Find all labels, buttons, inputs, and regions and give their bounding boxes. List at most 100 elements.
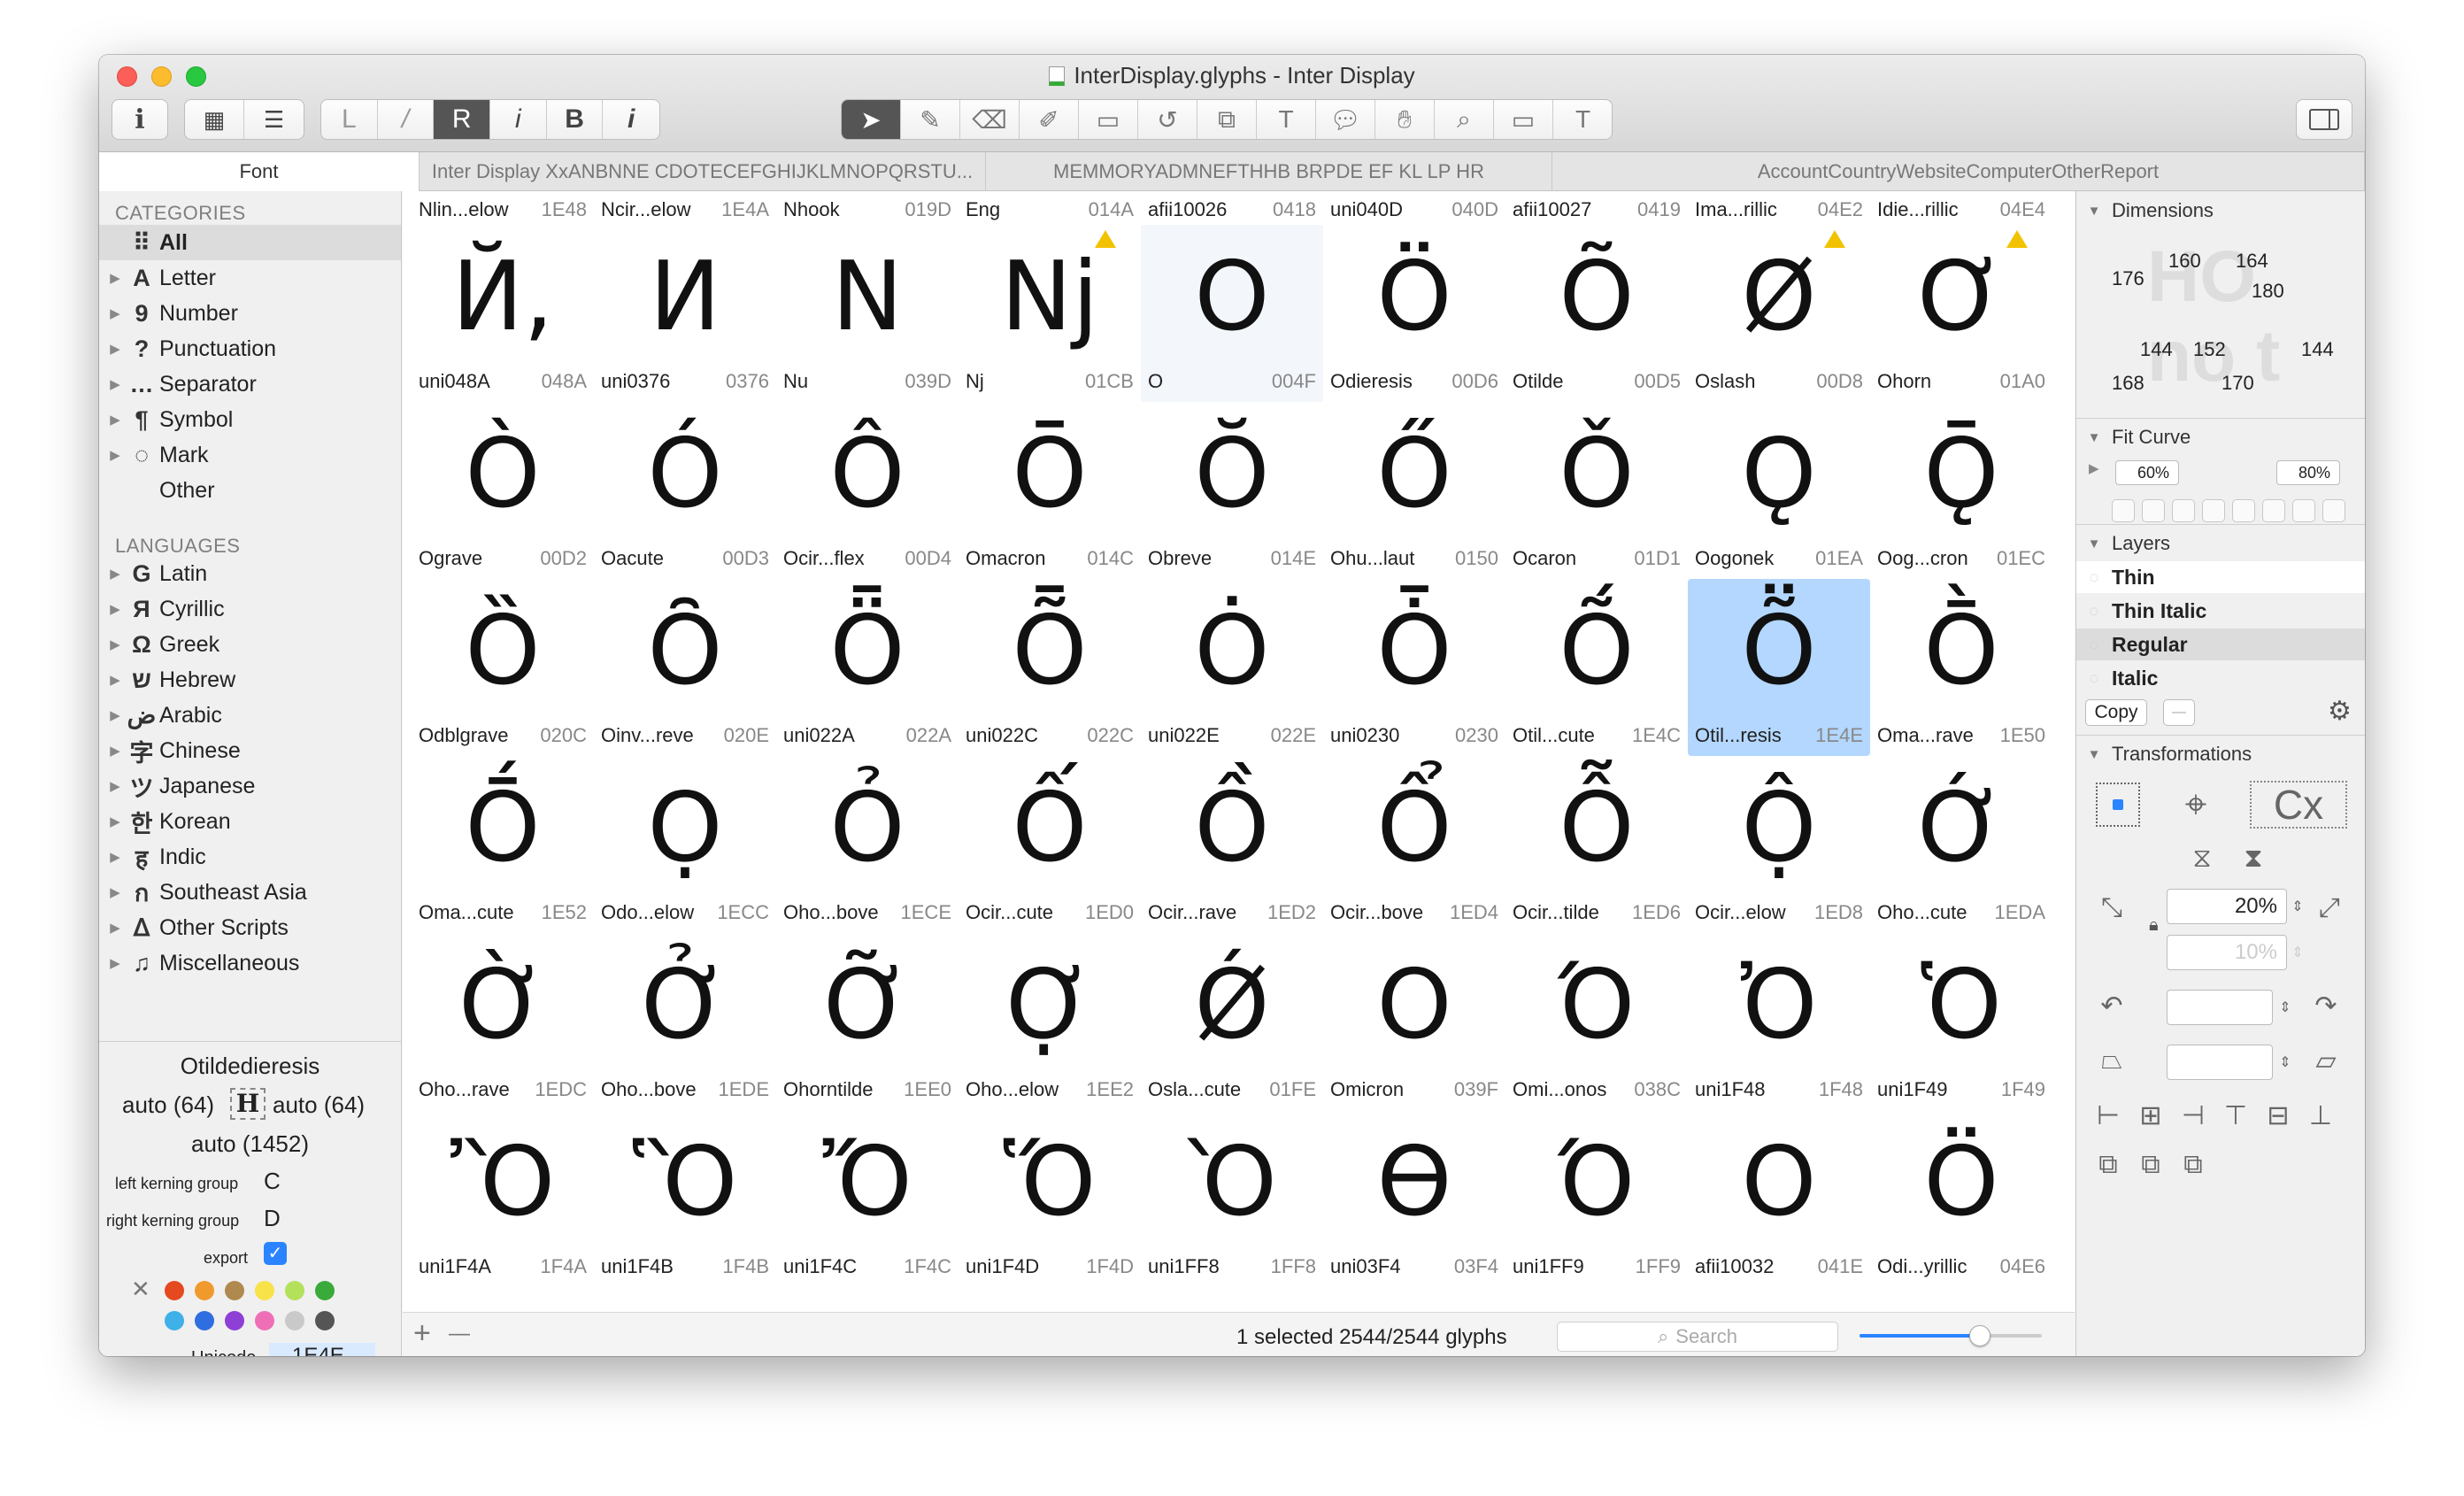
fit-curve-preset-button[interactable]	[2142, 499, 2165, 522]
layer-options-gear-icon[interactable]: ⚙	[2328, 696, 2352, 727]
disclosure-triangle-icon[interactable]: ▶	[99, 707, 124, 723]
fit-curve-min-field[interactable]: 60%	[2115, 460, 2179, 485]
text-tool-icon[interactable]: T	[1257, 100, 1316, 139]
fit-curve-preset-button[interactable]	[2322, 499, 2345, 522]
glyph-cell[interactable]: Й, uni048A 048A	[412, 225, 594, 402]
glyph-cell[interactable]: Ὀuni1F48 1F48	[1688, 933, 1870, 1110]
scale-y-stepper[interactable]: ⇕	[2289, 935, 2306, 970]
disclosure-triangle-icon[interactable]: ▶	[99, 447, 124, 463]
slant-left-icon[interactable]: ⏢	[2094, 1043, 2129, 1078]
glyph-cell[interactable]: Ở Oho...bove 1EDE	[594, 933, 776, 1110]
glyph-cell[interactable]: Ὃuni1F4B 1F4B	[594, 1110, 776, 1287]
color-label-swatch[interactable]	[195, 1281, 214, 1300]
glyph-cell[interactable]: Ø Oslash 00D8	[1688, 225, 1870, 402]
slant-stepper[interactable]: ⇕	[2276, 1045, 2294, 1080]
language-other-scripts[interactable]: ▶ ᐃ Other Scripts	[99, 910, 401, 945]
category-symbol[interactable]: ▶ ¶ Symbol	[99, 402, 401, 437]
disclosure-triangle-icon[interactable]: ▶	[99, 955, 124, 971]
glyph-cell[interactable]: Ȭuni022C 022C	[959, 579, 1141, 756]
select-all-tool-icon[interactable]: ✎	[901, 100, 960, 139]
dim-cap-bar[interactable]: 180	[2252, 280, 2284, 303]
search-field[interactable]: ⌕ Search	[1557, 1322, 1838, 1352]
glyph-cell[interactable]: Ǫ Oogonek 01EA	[1688, 402, 1870, 579]
toggle-inspector-button[interactable]	[2296, 99, 2352, 140]
glyph-cell[interactable]: Ṑ Oma...rave 1E50	[1870, 579, 2052, 756]
tab-1[interactable]: Inter Display XxANBNNE CDOTECEFGHIJKLMNO…	[420, 152, 986, 191]
rotate-tool-icon[interactable]: ↺	[1138, 100, 1197, 139]
glyph-cell[interactable]: Ồ Ocir...rave 1ED2	[1141, 756, 1323, 933]
fit-curve-preset-button[interactable]	[2112, 499, 2135, 522]
category-letter[interactable]: ▶ A Letter	[99, 260, 401, 296]
disclosure-triangle-icon[interactable]: ▶	[99, 849, 124, 865]
glyph-cell[interactable]: Ợ Oho...elow 1EE2	[959, 933, 1141, 1110]
left-sidebearing[interactable]: auto (64)	[122, 1091, 214, 1119]
rotate-cw-icon[interactable]: ↷	[2308, 988, 2344, 1023]
copy-button[interactable]: Copy	[2085, 699, 2147, 726]
disclosure-triangle-icon[interactable]: ▶	[99, 636, 124, 652]
category-punctuation[interactable]: ▶? Punctuation	[99, 331, 401, 366]
glyph-cell[interactable]: Ỗ Ocir...tilde 1ED6	[1505, 756, 1688, 933]
right-kerning-group[interactable]: D	[264, 1205, 281, 1232]
color-label-swatch[interactable]	[255, 1281, 274, 1300]
glyph-cell[interactable]: Ὁuni1F49 1F49	[1870, 933, 2052, 1110]
category-other[interactable]: Other	[99, 473, 401, 508]
language-indic[interactable]: ▶ ह Indic	[99, 839, 401, 875]
glyph-name[interactable]: Otildedieresis	[99, 1053, 401, 1080]
color-label-swatch[interactable]	[225, 1281, 244, 1300]
list-view-icon[interactable]: ☰	[244, 100, 304, 139]
language-chinese[interactable]: ▶ 字 Chinese	[99, 733, 401, 768]
rotate-field[interactable]	[2167, 990, 2273, 1025]
annotation-tool-icon[interactable]: 💬︎	[1316, 100, 1375, 139]
layer-visibility-icon[interactable]: ◌	[2076, 669, 2112, 688]
dim-lc-o[interactable]: 152	[2193, 338, 2226, 361]
zoom-tool-icon[interactable]: ⌕	[1435, 100, 1494, 139]
dimensions-header[interactable]: ▼ Dimensions	[2076, 195, 2365, 227]
align-right-icon[interactable]: ⊣	[2175, 1098, 2211, 1133]
type-tool-icon[interactable]: T	[1553, 100, 1613, 139]
glyph-cell[interactable]: Ȏ Oinv...reve 020E	[594, 579, 776, 756]
glyph-cell[interactable]: Оafii10032 041E	[1688, 1110, 1870, 1287]
layer-item[interactable]: ◌ Italic	[2076, 662, 2365, 694]
dim-cap-right[interactable]: 164	[2236, 250, 2268, 273]
rotate-ccw-icon[interactable]: ↶	[2094, 988, 2129, 1023]
glyph-cell[interactable]: Ȯuni022E 022E	[1141, 579, 1323, 756]
dim-lc-left[interactable]: 168	[2112, 372, 2144, 395]
glyph-cell[interactable]: Ȫuni022A 022A	[776, 579, 959, 756]
glyph-cell[interactable]: uni040D 040D	[1323, 191, 1505, 227]
color-label-swatch[interactable]	[315, 1311, 335, 1330]
glyph-cell[interactable]: afii10026 0418	[1141, 191, 1323, 227]
category-number[interactable]: ▶ 9 Number	[99, 296, 401, 331]
flip-horizontal-icon[interactable]: ⧖	[2184, 841, 2220, 876]
disclosure-triangle-icon[interactable]: ▶	[99, 305, 124, 321]
glyph-cell[interactable]: Ộ Ocir...elow 1ED8	[1688, 756, 1870, 933]
glyph-cell[interactable]: Ȱuni0230 0230	[1323, 579, 1505, 756]
disclosure-triangle-icon[interactable]: ▶	[99, 376, 124, 392]
no-color-icon[interactable]: ✕	[131, 1276, 150, 1303]
subtract-icon[interactable]: ⧉	[2133, 1147, 2168, 1183]
language-korean[interactable]: ▶ 한 Korean	[99, 804, 401, 839]
scale-tool-icon[interactable]: ⧉	[1197, 100, 1257, 139]
color-label-swatch[interactable]	[285, 1311, 304, 1330]
right-sidebearing[interactable]: auto (64)	[273, 1091, 365, 1119]
dim-lc-t[interactable]: 144	[2301, 338, 2334, 361]
export-checkbox[interactable]: ✓	[264, 1242, 287, 1265]
tab-3[interactable]: AccountCountryWebsiteComputerOtherReport	[1552, 152, 2365, 191]
fit-curve-preset-button[interactable]	[2262, 499, 2285, 522]
glyph-cell[interactable]: Ŏ Obreve 014E	[1141, 402, 1323, 579]
style-bold-button[interactable]: B	[547, 100, 604, 139]
layer-visibility-icon[interactable]: ◌	[2076, 602, 2112, 621]
measure-tool-icon[interactable]: ▭	[1494, 100, 1553, 139]
color-label-swatch[interactable]	[285, 1281, 304, 1300]
dim-cap-stem[interactable]: 160	[2168, 250, 2201, 273]
glyph-cell[interactable]: Ő Ohu...laut 0150	[1323, 402, 1505, 579]
disclosure-triangle-icon[interactable]: ▶	[99, 412, 124, 428]
glyph-cell[interactable]: Ṓ Oma...cute 1E52	[412, 756, 594, 933]
glyph-cell[interactable]: Ὄuni1F4C 1F4C	[776, 1110, 959, 1287]
glyph-cell[interactable]: Nlin...elow 1E48	[412, 191, 594, 227]
glyph-cell[interactable]: Ỏ Oho...bove 1ECE	[776, 756, 959, 933]
align-center-v-icon[interactable]: ⊟	[2260, 1098, 2296, 1133]
glyph-cell[interactable]: Õ Otilde 00D5	[1505, 225, 1688, 402]
dim-cap-left[interactable]: 176	[2112, 267, 2144, 290]
disclosure-triangle-icon[interactable]: ▶	[99, 270, 124, 286]
fit-curve-expand-icon[interactable]: ▶	[2089, 460, 2099, 476]
